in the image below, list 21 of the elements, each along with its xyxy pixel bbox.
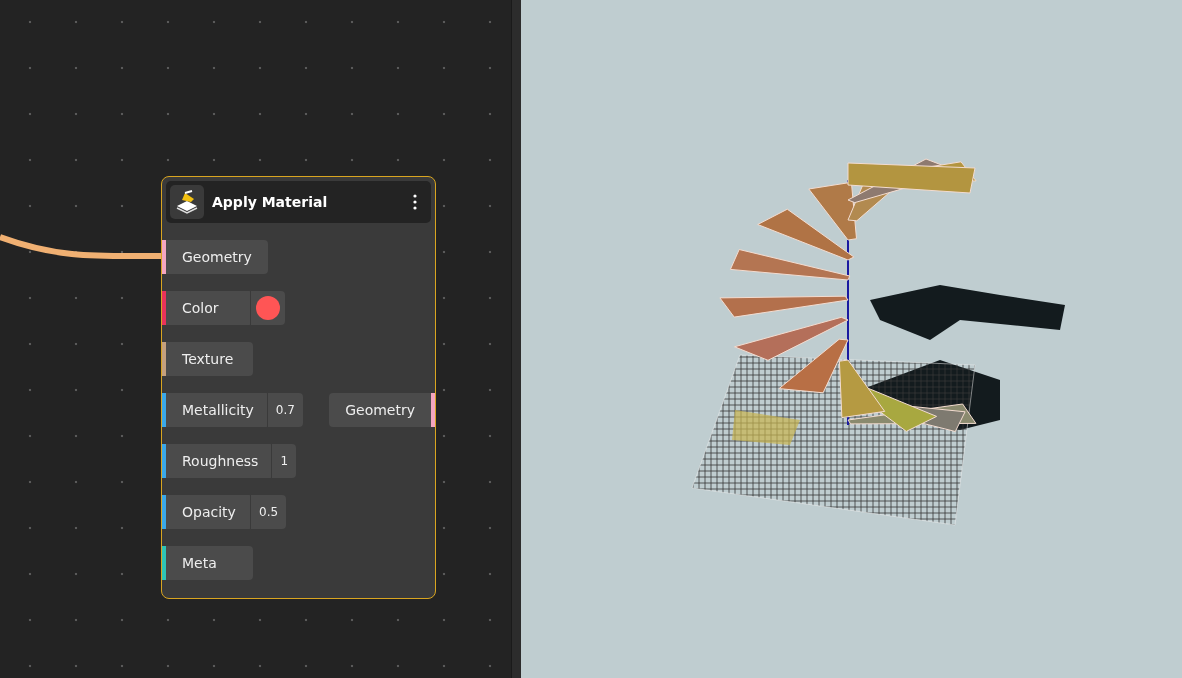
input-port[interactable] — [162, 240, 166, 274]
input-port[interactable] — [162, 342, 166, 376]
input-label: Geometry — [166, 240, 268, 274]
input-port[interactable] — [162, 444, 166, 478]
output-label: Geometry — [329, 393, 431, 427]
input-label: Texture — [166, 342, 253, 376]
paint-layers-icon — [170, 185, 204, 219]
input-label: Metallicity — [166, 393, 270, 427]
value-field[interactable]: 1 — [271, 444, 296, 478]
color-picker[interactable] — [250, 291, 285, 325]
output-port[interactable] — [431, 393, 435, 427]
input-label: Meta — [166, 546, 253, 580]
value-field[interactable]: 0.5 — [250, 495, 287, 529]
input-label: Color — [166, 291, 253, 325]
value-field[interactable]: 0.7 — [266, 393, 303, 427]
input-port[interactable] — [162, 393, 166, 427]
input-port[interactable] — [162, 495, 166, 529]
input-port[interactable] — [162, 546, 166, 580]
input-port[interactable] — [162, 291, 166, 325]
node-title: Apply Material — [212, 194, 329, 210]
input-label: Opacity — [166, 495, 253, 529]
